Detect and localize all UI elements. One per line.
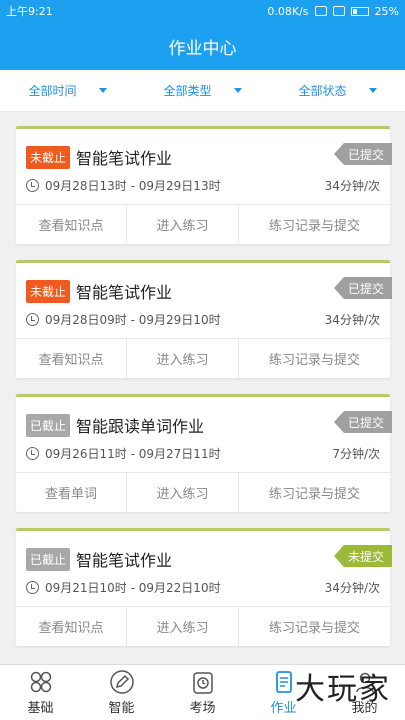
watermark-logo: 大玩家 bbox=[295, 672, 391, 707]
time-range: 09月28日09时 - 09月29日10时 bbox=[45, 313, 221, 327]
time-range: 09月28日13时 - 09月29日13时 bbox=[45, 179, 221, 193]
clock-icon bbox=[26, 313, 39, 326]
enter-practice-button[interactable]: 进入练习 bbox=[127, 607, 239, 646]
time-range: 09月26日11时 - 09月27日11时 bbox=[45, 447, 221, 461]
tab-basic-label: 基础 bbox=[27, 701, 54, 716]
practice-record-button[interactable]: 练习记录与提交 bbox=[239, 339, 390, 378]
homework-card: 未截止 智能笔试作业 已提交 09月28日13时 - 09月29日13时 34分… bbox=[16, 126, 392, 244]
tab-exam[interactable]: 考场 bbox=[162, 665, 243, 720]
deadline-tag: 已截止 bbox=[26, 413, 71, 437]
pencil-circle-icon bbox=[109, 670, 134, 694]
tab-basic[interactable]: 基础 bbox=[0, 665, 81, 720]
homework-card: 未截止 智能笔试作业 已提交 09月28日09时 - 09月29日10时 34分… bbox=[16, 260, 392, 378]
page-title: 作业中心 bbox=[168, 38, 237, 59]
time-range: 09月21日10时 - 09月22日10时 bbox=[45, 581, 221, 595]
duration: 34分钟/次 bbox=[324, 313, 380, 327]
wifi-icon bbox=[314, 6, 327, 16]
filter-type-label: 全部类型 bbox=[163, 84, 212, 98]
filter-bar: 全部时间 全部类型 全部状态 bbox=[0, 70, 405, 112]
filter-status-label: 全部状态 bbox=[298, 84, 347, 98]
clock-icon bbox=[26, 581, 39, 594]
view-knowledge-button[interactable]: 查看知识点 bbox=[16, 205, 127, 244]
caret-down-icon bbox=[368, 88, 377, 93]
enter-practice-button[interactable]: 进入练习 bbox=[127, 205, 239, 244]
tab-smart-label: 智能 bbox=[108, 701, 135, 716]
duration: 7分钟/次 bbox=[332, 447, 380, 461]
battery-level: 25% bbox=[374, 4, 399, 18]
filter-status[interactable]: 全部状态 bbox=[270, 70, 405, 111]
deadline-tag: 已截止 bbox=[26, 547, 71, 571]
homework-title: 智能笔试作业 bbox=[76, 283, 173, 302]
homework-title: 智能笔试作业 bbox=[76, 551, 173, 570]
homework-card: 已截止 智能笔试作业 未提交 09月21日10时 - 09月22日10时 34分… bbox=[16, 528, 392, 646]
submit-status-badge: 已提交 bbox=[333, 277, 392, 299]
duration: 34分钟/次 bbox=[324, 581, 380, 595]
practice-record-button[interactable]: 练习记录与提交 bbox=[239, 205, 390, 244]
view-knowledge-button[interactable]: 查看知识点 bbox=[16, 607, 127, 646]
filter-type[interactable]: 全部类型 bbox=[135, 70, 270, 111]
document-icon bbox=[275, 671, 292, 693]
sim-icon bbox=[332, 6, 345, 16]
tab-exam-label: 考场 bbox=[189, 701, 216, 716]
tab-homework-label: 作业 bbox=[270, 701, 297, 716]
deadline-tag: 未截止 bbox=[26, 279, 71, 303]
view-words-button[interactable]: 查看单词 bbox=[16, 473, 127, 512]
caret-down-icon bbox=[98, 88, 107, 93]
deadline-tag: 未截止 bbox=[26, 145, 71, 169]
network-speed: 0.08K/s bbox=[267, 4, 309, 18]
submit-status-badge: 未提交 bbox=[333, 545, 392, 567]
tab-smart[interactable]: 智能 bbox=[81, 665, 162, 720]
app-header: 作业中心 bbox=[0, 22, 405, 70]
submit-status-badge: 已提交 bbox=[333, 143, 392, 165]
homework-title: 智能跟读单词作业 bbox=[76, 417, 205, 436]
duration: 34分钟/次 bbox=[324, 179, 380, 193]
view-knowledge-button[interactable]: 查看知识点 bbox=[16, 339, 127, 378]
clock-icon bbox=[26, 179, 39, 192]
status-bar: 上午9:21 0.08K/s 25% bbox=[0, 0, 405, 22]
four-circles-icon bbox=[30, 671, 51, 693]
status-time: 上午9:21 bbox=[6, 5, 53, 18]
practice-record-button[interactable]: 练习记录与提交 bbox=[239, 607, 390, 646]
enter-practice-button[interactable]: 进入练习 bbox=[127, 473, 239, 512]
homework-card: 已截止 智能跟读单词作业 已提交 09月26日11时 - 09月27日11时 7… bbox=[16, 394, 392, 512]
filter-time[interactable]: 全部时间 bbox=[0, 70, 135, 111]
filter-time-label: 全部时间 bbox=[28, 84, 77, 98]
practice-record-button[interactable]: 练习记录与提交 bbox=[239, 473, 390, 512]
caret-down-icon bbox=[233, 88, 242, 93]
homework-list: 未截止 智能笔试作业 已提交 09月28日13时 - 09月29日13时 34分… bbox=[0, 112, 405, 664]
clock-icon bbox=[26, 447, 39, 460]
homework-title: 智能笔试作业 bbox=[76, 149, 173, 168]
enter-practice-button[interactable]: 进入练习 bbox=[127, 339, 239, 378]
submit-status-badge: 已提交 bbox=[333, 411, 392, 433]
battery-icon bbox=[350, 6, 369, 16]
clock-board-icon bbox=[192, 672, 213, 694]
